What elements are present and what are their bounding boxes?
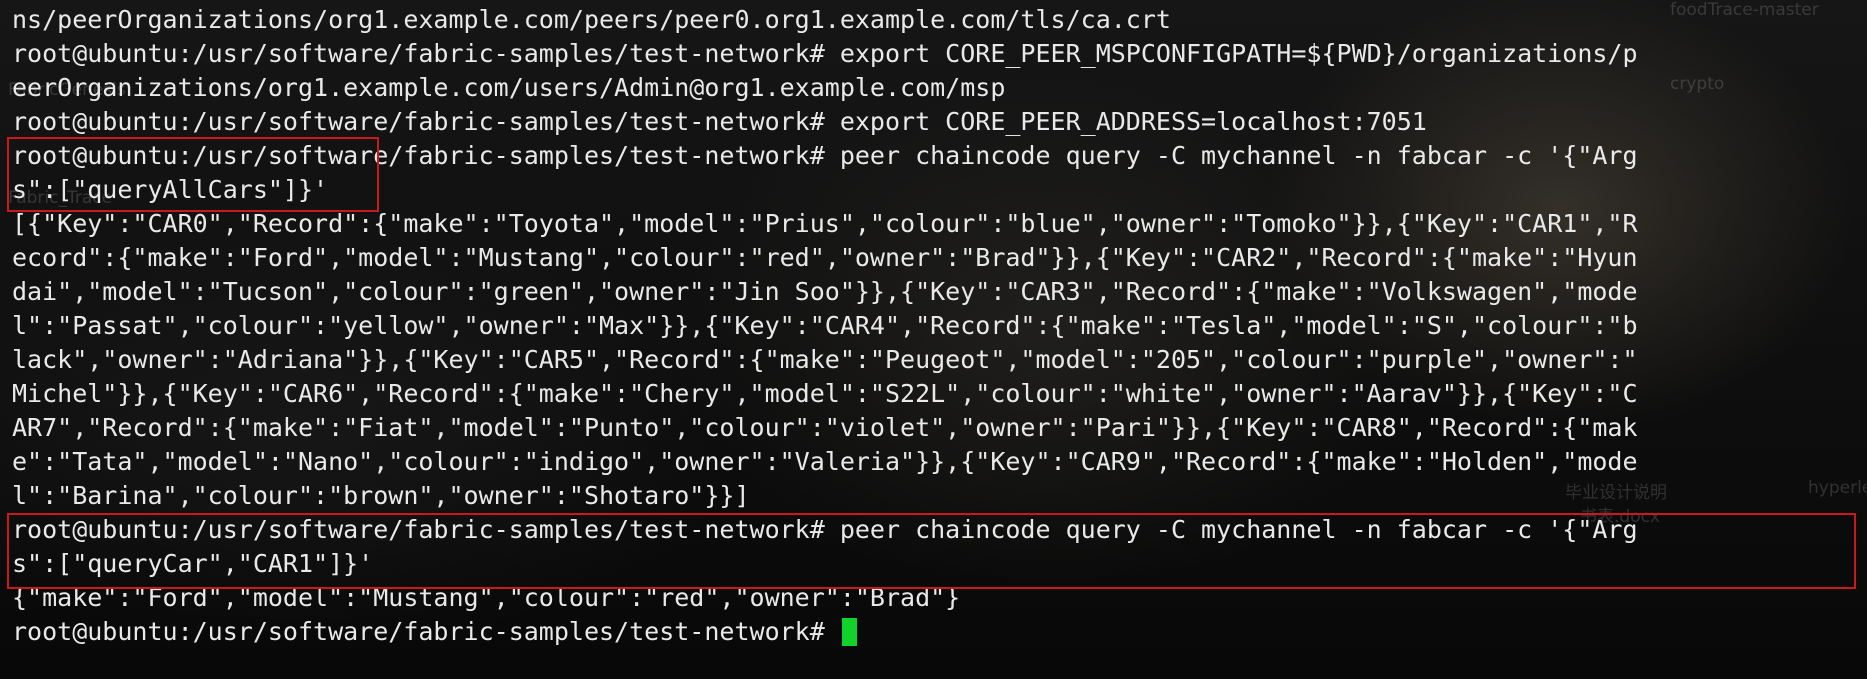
terminal-line: AR7","Record":{"make":"Fiat","model":"Pu… — [12, 413, 1638, 442]
terminal-line: ecord":{"make":"Ford","model":"Mustang",… — [12, 243, 1638, 272]
terminal-window[interactable]: FabricGenesis Fabric_Trace foodTrace-mas… — [0, 0, 1867, 679]
terminal-line: l":"Passat","colour":"yellow","owner":"M… — [12, 311, 1638, 340]
terminal-line: eerOrganizations/org1.example.com/users/… — [12, 73, 1006, 102]
terminal-line: ns/peerOrganizations/org1.example.com/pe… — [12, 5, 1171, 34]
terminal-line: lack","owner":"Adriana"}},{"Key":"CAR5",… — [12, 345, 1638, 374]
highlight-box-query-all-cars — [7, 137, 379, 212]
terminal-line: [{"Key":"CAR0","Record":{"make":"Toyota"… — [12, 209, 1638, 238]
terminal-line: l":"Barina","colour":"brown","owner":"Sh… — [12, 481, 750, 510]
terminal-prompt: root@ubuntu:/usr/software/fabric-samples… — [12, 617, 840, 646]
desktop-label: foodTrace-master — [1670, 0, 1819, 20]
terminal-line: dai","model":"Tucson","colour":"green","… — [12, 277, 1638, 306]
terminal-line: Michel"}},{"Key":"CAR6","Record":{"make"… — [12, 379, 1638, 408]
terminal-line: e":"Tata","model":"Nano","colour":"indig… — [12, 447, 1638, 476]
terminal-line: root@ubuntu:/usr/software/fabric-samples… — [12, 39, 1638, 68]
highlight-box-query-car — [7, 513, 1856, 589]
desktop-label: hyperle — [1808, 478, 1867, 498]
terminal-line: root@ubuntu:/usr/software/fabric-samples… — [12, 107, 1427, 136]
terminal-prompt-line[interactable]: root@ubuntu:/usr/software/fabric-samples… — [12, 615, 1638, 649]
terminal-cursor — [841, 618, 857, 646]
desktop-label: crypto — [1670, 74, 1725, 94]
